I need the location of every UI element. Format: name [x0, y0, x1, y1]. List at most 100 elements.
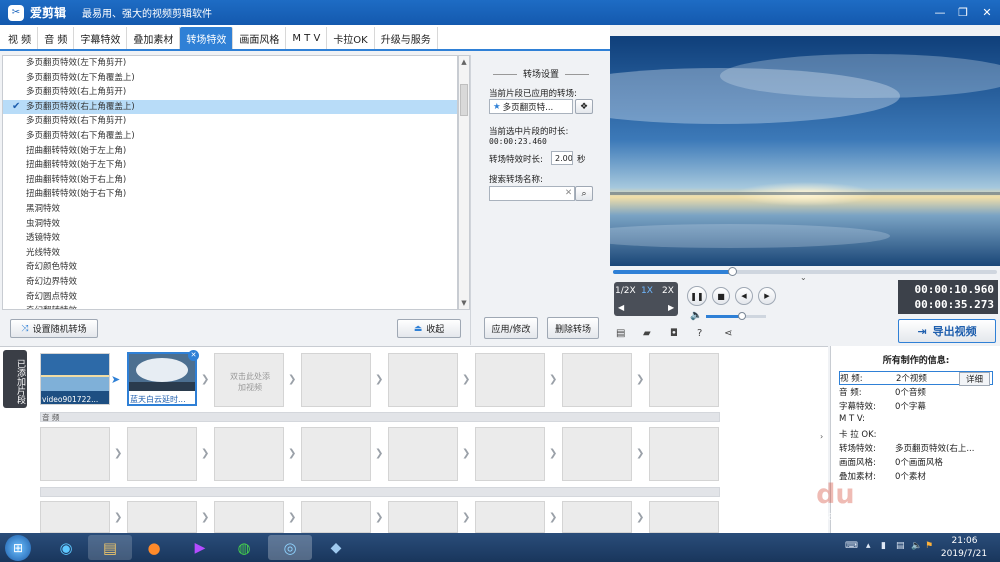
empty-track-slot[interactable]: [214, 427, 284, 481]
empty-track-slot[interactable]: [562, 501, 632, 533]
search-icon[interactable]: ⌕: [575, 186, 593, 201]
empty-clip-slot[interactable]: [649, 353, 719, 407]
effect-list-item[interactable]: 黑洞特效: [3, 202, 457, 217]
speed-double[interactable]: 2X: [662, 286, 674, 296]
effect-list-item[interactable]: 多页翻页特效(右下角剪开): [3, 114, 457, 129]
speed-normal[interactable]: 1X: [641, 286, 653, 296]
empty-track-slot[interactable]: [40, 501, 110, 533]
empty-track-slot[interactable]: [127, 427, 197, 481]
effect-list-item[interactable]: ✔ 多页翻页特效(右上角覆盖上): [3, 99, 457, 115]
help-icon[interactable]: ?: [697, 328, 702, 339]
frame-back-icon[interactable]: ◀: [618, 303, 624, 312]
effect-list-item[interactable]: 奇幻边界特效: [3, 275, 457, 290]
effect-list-item[interactable]: 扭曲翻转特效(始于右上角): [3, 173, 457, 188]
empty-track-slot[interactable]: [388, 501, 458, 533]
effect-list-item[interactable]: 奇幻颜色特效: [3, 260, 457, 275]
empty-track-slot[interactable]: [649, 427, 719, 481]
delete-transition-button[interactable]: 删除转场: [547, 317, 599, 339]
effect-list-item[interactable]: 多页翻页特效(右上角剪开): [3, 85, 457, 100]
tray-network-icon[interactable]: ▤: [896, 541, 905, 551]
empty-track-slot[interactable]: [40, 427, 110, 481]
effect-list-item[interactable]: 多页翻页特效(左下角覆盖上): [3, 71, 457, 86]
empty-track-slot[interactable]: [649, 501, 719, 533]
share-icon[interactable]: ⋖: [724, 328, 732, 339]
tray-keyboard-icon[interactable]: ⌨: [845, 541, 858, 551]
scroll-thumb[interactable]: [460, 84, 468, 116]
search-transition-input[interactable]: [489, 186, 575, 201]
empty-clip-slot[interactable]: [388, 353, 458, 407]
start-button[interactable]: ⊞: [5, 535, 31, 561]
effect-list-item[interactable]: 多页翻页特效(右下角覆盖上): [3, 129, 457, 144]
effect-list-item[interactable]: 多页翻页特效(左下角剪开): [3, 56, 457, 71]
remove-clip-icon[interactable]: ✕: [188, 350, 199, 361]
tab-video[interactable]: 视 频: [2, 27, 39, 49]
playback-progress-handle[interactable]: [728, 267, 737, 276]
tab-karaoke[interactable]: 卡拉OK: [327, 27, 375, 49]
previous-icon[interactable]: ◀: [735, 287, 753, 305]
empty-track-slot[interactable]: [475, 501, 545, 533]
effect-list-item[interactable]: 光线特效: [3, 246, 457, 261]
tab-upgrade-service[interactable]: 升级与服务: [375, 27, 438, 49]
empty-track-slot[interactable]: [127, 501, 197, 533]
tray-volume-icon[interactable]: 🔈: [911, 541, 922, 551]
taskbar-date[interactable]: 2019/7/21: [936, 549, 992, 559]
close-button[interactable]: ✕: [972, 0, 1000, 25]
tray-device-icon[interactable]: ▮: [881, 541, 886, 551]
effect-list-item[interactable]: 奇幻翻转特效: [3, 304, 457, 309]
empty-track-slot[interactable]: [214, 501, 284, 533]
tab-overlay[interactable]: 叠加素材: [127, 27, 181, 49]
effect-list-item[interactable]: 奇幻圆点特效: [3, 290, 457, 305]
taskbar-green-app-icon[interactable]: ◍: [222, 535, 266, 560]
clip-thumbnail-2[interactable]: 蓝天白云延时...: [127, 352, 197, 406]
empty-track-slot[interactable]: [388, 427, 458, 481]
effect-list-scrollbar[interactable]: ▲ ▼: [458, 55, 470, 310]
apply-transition-button[interactable]: 应用/修改: [484, 317, 538, 339]
empty-track-slot[interactable]: [301, 427, 371, 481]
scroll-up-icon[interactable]: ▲: [459, 57, 469, 67]
new-project-icon[interactable]: ▤: [616, 328, 625, 339]
cube-icon[interactable]: ❖: [575, 99, 593, 114]
empty-track-slot[interactable]: [475, 427, 545, 481]
collapse-button[interactable]: ⏏ 收起: [397, 319, 461, 338]
taskbar-aijianji-icon[interactable]: ◎: [268, 535, 312, 560]
clip-thumbnail-1[interactable]: video901722...: [40, 353, 110, 405]
effect-list-item[interactable]: 扭曲翻转特效(始于左上角): [3, 144, 457, 159]
taskbar-player-icon[interactable]: ▶: [178, 535, 222, 560]
added-clips-tab[interactable]: 已添加片段: [3, 350, 27, 408]
tab-mtv[interactable]: M T V: [286, 27, 328, 49]
scroll-down-icon[interactable]: ▼: [459, 298, 469, 308]
info-collapse-icon[interactable]: ›: [820, 432, 823, 441]
next-icon[interactable]: ▶: [758, 287, 776, 305]
tab-subtitle-effects[interactable]: 字幕特效: [74, 27, 128, 49]
expand-chevron-icon[interactable]: ⌄: [800, 273, 807, 282]
tab-audio[interactable]: 音 频: [38, 27, 75, 49]
effect-duration-input[interactable]: 2.00: [551, 151, 573, 165]
open-folder-icon[interactable]: ▰: [643, 328, 651, 339]
empty-clip-slot[interactable]: 双击此处添加视频: [214, 353, 284, 407]
empty-clip-slot[interactable]: [475, 353, 545, 407]
export-video-button[interactable]: ⇥ 导出视频: [898, 319, 996, 343]
effect-list-item[interactable]: 扭曲翻转特效(始于左下角): [3, 158, 457, 173]
save-icon[interactable]: ◘: [670, 328, 678, 339]
random-transition-button[interactable]: ⤨ 设置随机转场: [10, 319, 98, 338]
pause-icon[interactable]: ❚❚: [687, 286, 707, 306]
empty-clip-slot[interactable]: [562, 353, 632, 407]
empty-track-slot[interactable]: [562, 427, 632, 481]
speed-half[interactable]: 1/2X: [615, 286, 636, 296]
taskbar-media-icon[interactable]: ◉: [44, 535, 88, 560]
tab-picture-style[interactable]: 画面风格: [233, 27, 287, 49]
effect-list-item[interactable]: 虫洞特效: [3, 217, 457, 232]
clear-search-icon[interactable]: ✕: [565, 188, 572, 198]
taskbar-notes-icon[interactable]: ◆: [314, 535, 358, 560]
frame-forward-icon[interactable]: ▶: [668, 303, 674, 312]
empty-track-slot[interactable]: [301, 501, 371, 533]
tray-flag-icon[interactable]: ⚑: [925, 541, 933, 551]
taskbar-time[interactable]: 21:06: [942, 536, 987, 546]
taskbar-firefox-icon[interactable]: ●: [132, 535, 176, 560]
tab-transitions[interactable]: 转场特效: [180, 27, 234, 49]
taskbar-explorer-icon[interactable]: ▤: [88, 535, 132, 560]
detail-button[interactable]: 详细: [958, 372, 990, 386]
tray-expand-icon[interactable]: ▴: [866, 541, 871, 551]
volume-handle[interactable]: [738, 312, 746, 320]
empty-clip-slot[interactable]: [301, 353, 371, 407]
